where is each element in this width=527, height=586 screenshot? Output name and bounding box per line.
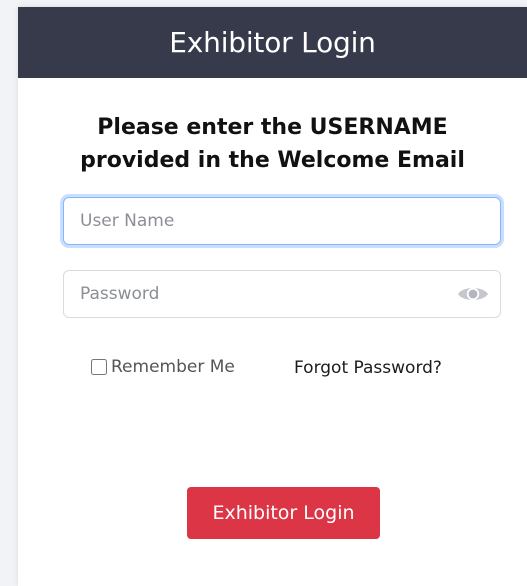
remember-me-checkbox[interactable] xyxy=(91,359,107,375)
username-input[interactable] xyxy=(63,197,501,245)
instruction-text: Please enter the USERNAME provided in th… xyxy=(18,111,527,177)
forgot-password-link[interactable]: Forgot Password? xyxy=(294,358,442,378)
eye-icon-graphic xyxy=(458,287,488,301)
exhibitor-login-button[interactable]: Exhibitor Login xyxy=(187,487,380,539)
instruction-line-2: provided in the Welcome Email xyxy=(80,148,465,173)
eye-icon[interactable] xyxy=(456,281,490,307)
remember-me-option[interactable]: Remember Me xyxy=(91,357,235,377)
login-card: Exhibitor Login Please enter the USERNAM… xyxy=(18,7,527,586)
remember-me-label: Remember Me xyxy=(111,357,235,377)
card-header: Exhibitor Login xyxy=(18,7,527,78)
instruction-line-1: Please enter the USERNAME xyxy=(97,115,448,140)
password-input[interactable] xyxy=(63,270,501,318)
page-title: Exhibitor Login xyxy=(169,26,376,59)
